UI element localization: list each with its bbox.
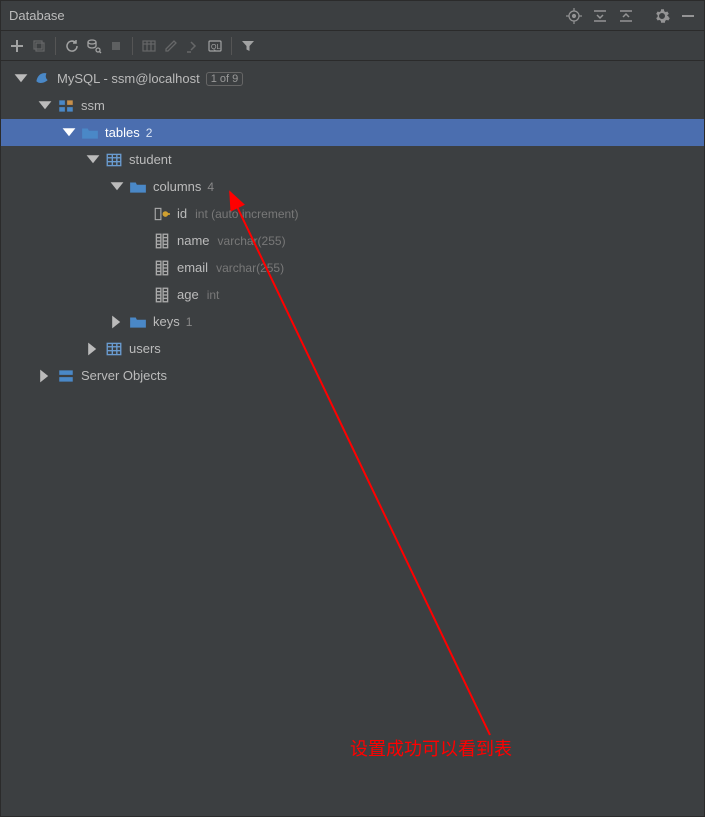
expand-all-icon[interactable] — [592, 8, 608, 24]
table-icon — [105, 340, 123, 358]
column-type: int (auto increment) — [195, 207, 298, 221]
separator — [55, 37, 56, 55]
pk-column-icon — [153, 205, 171, 223]
tree-label: email — [177, 260, 208, 275]
tree-label: MySQL - ssm@localhost — [57, 71, 200, 86]
server-objects-icon — [57, 367, 75, 385]
chevron-down-icon[interactable] — [109, 179, 125, 195]
tree-item-tables[interactable]: tables 2 — [1, 119, 704, 146]
tree-label: tables — [105, 125, 140, 140]
chevron-down-icon[interactable] — [85, 152, 101, 168]
tree-item-column-age[interactable]: age int — [1, 281, 704, 308]
console-icon[interactable]: QL — [207, 38, 223, 54]
tree-item-table-users[interactable]: users — [1, 335, 704, 362]
filter-icon[interactable] — [240, 38, 256, 54]
jump-icon[interactable] — [185, 38, 201, 54]
tree-label: users — [129, 341, 161, 356]
folder-icon — [129, 313, 147, 331]
datasource-properties-icon[interactable] — [86, 38, 102, 54]
count: 4 — [207, 180, 214, 194]
toolbar: QL — [1, 31, 704, 61]
column-icon — [153, 286, 171, 304]
tree-label: age — [177, 287, 199, 302]
count-badge: 1 of 9 — [206, 72, 244, 86]
tree-label: name — [177, 233, 210, 248]
column-type: int — [207, 288, 220, 302]
column-type: varchar(255) — [216, 261, 284, 275]
folder-icon — [129, 178, 147, 196]
table-view-icon[interactable] — [141, 38, 157, 54]
tree-label: student — [129, 152, 172, 167]
tree-item-keys[interactable]: keys 1 — [1, 308, 704, 335]
gear-icon[interactable] — [654, 8, 670, 24]
folder-icon — [81, 124, 99, 142]
tree-label: ssm — [81, 98, 105, 113]
column-icon — [153, 259, 171, 277]
chevron-down-icon[interactable] — [13, 71, 29, 87]
tree-item-datasource[interactable]: MySQL - ssm@localhost 1 of 9 — [1, 65, 704, 92]
schema-icon — [57, 97, 75, 115]
stop-icon[interactable] — [108, 38, 124, 54]
database-panel: Database — [0, 0, 705, 817]
chevron-right-icon[interactable] — [85, 341, 101, 357]
tree-item-server-objects[interactable]: Server Objects — [1, 362, 704, 389]
panel-header: Database — [1, 1, 704, 31]
database-tree: MySQL - ssm@localhost 1 of 9 ssm tables … — [1, 61, 704, 393]
panel-title: Database — [9, 8, 65, 23]
tree-label: columns — [153, 179, 201, 194]
copy-icon[interactable] — [31, 38, 47, 54]
tree-label: Server Objects — [81, 368, 167, 383]
separator — [132, 37, 133, 55]
column-icon — [153, 232, 171, 250]
column-type: varchar(255) — [218, 234, 286, 248]
svg-text:QL: QL — [211, 44, 220, 51]
add-icon[interactable] — [9, 38, 25, 54]
tree-label: keys — [153, 314, 180, 329]
tree-item-schema[interactable]: ssm — [1, 92, 704, 119]
tree-label: id — [177, 206, 187, 221]
refresh-icon[interactable] — [64, 38, 80, 54]
count: 2 — [146, 126, 153, 140]
tree-item-column-email[interactable]: email varchar(255) — [1, 254, 704, 281]
chevron-down-icon[interactable] — [61, 125, 77, 141]
edit-icon[interactable] — [163, 38, 179, 54]
tree-item-column-name[interactable]: name varchar(255) — [1, 227, 704, 254]
collapse-all-icon[interactable] — [618, 8, 634, 24]
chevron-right-icon[interactable] — [37, 368, 53, 384]
panel-actions — [566, 8, 696, 24]
tree-item-column-id[interactable]: id int (auto increment) — [1, 200, 704, 227]
annotation-text: 设置成功可以看到表 — [350, 735, 512, 761]
tree-item-columns[interactable]: columns 4 — [1, 173, 704, 200]
chevron-right-icon[interactable] — [109, 314, 125, 330]
minimize-icon[interactable] — [680, 8, 696, 24]
tree-item-table-student[interactable]: student — [1, 146, 704, 173]
mysql-icon — [33, 70, 51, 88]
count: 1 — [186, 315, 193, 329]
chevron-down-icon[interactable] — [37, 98, 53, 114]
target-icon[interactable] — [566, 8, 582, 24]
separator — [231, 37, 232, 55]
table-icon — [105, 151, 123, 169]
